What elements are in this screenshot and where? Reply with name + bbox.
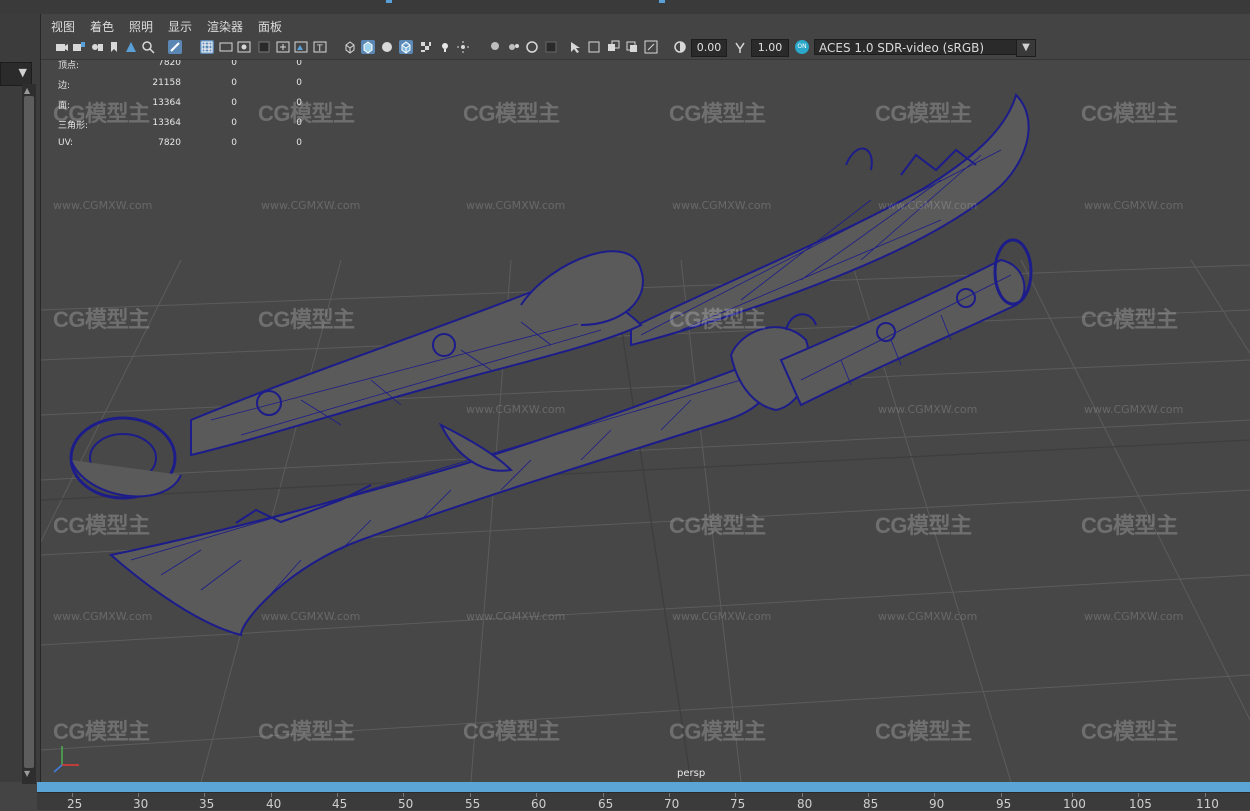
watermark-url: www.CGMXW.com (1084, 199, 1184, 212)
grease-pencil-icon[interactable] (168, 40, 182, 54)
wireframe-cube-icon[interactable] (343, 40, 357, 54)
watermark-url: www.CGMXW.com (53, 610, 153, 623)
watermark-url: www.CGMXW.com (261, 199, 361, 212)
view-axis-gizmo (53, 746, 79, 773)
expand-icon[interactable] (644, 40, 658, 54)
motion-blur-icon[interactable] (544, 40, 558, 54)
watermark-url: www.CGMXW.com (261, 610, 361, 623)
camera-icon[interactable] (55, 40, 69, 54)
watermark-url: www.CGMXW.com (466, 403, 566, 416)
grid-icon[interactable] (200, 40, 214, 54)
field-chart-icon[interactable] (276, 40, 290, 54)
top-marker (386, 0, 392, 3)
chevron-down-icon[interactable]: ▼ (1016, 39, 1036, 57)
film-gate-icon[interactable] (219, 40, 233, 54)
color-management-icon[interactable]: ON (795, 40, 809, 54)
top-marker (659, 0, 665, 3)
panel-dropdown[interactable]: ▼ (0, 62, 32, 86)
viewport-scene (41, 93, 1250, 782)
menu-renderer[interactable]: 渲染器 (207, 18, 243, 35)
panel-menu-bar: 视图 着色 照明 显示 渲染器 面板 (41, 14, 1250, 37)
watermark-logo: CG模型主 (258, 101, 355, 126)
watermark-logo: CG模型主 (875, 101, 972, 126)
top-strip (0, 0, 1250, 15)
watermark-logo: CG模型主 (875, 513, 972, 538)
2d-pan-zoom-icon[interactable] (141, 40, 155, 54)
menu-view[interactable]: 视图 (51, 18, 75, 35)
watermark-logo: CG模型主 (1081, 101, 1178, 126)
left-scrollbar[interactable] (22, 84, 36, 784)
safe-title-icon[interactable]: T (313, 40, 327, 54)
color-space-dropdown[interactable]: ACES 1.0 SDR-video (sRGB) (814, 39, 1033, 55)
exposure-field[interactable]: 0.00 (691, 39, 727, 57)
viewport-persp[interactable]: CG模型主 CG模型主 CG模型主 CG模型主 CG模型主 CG模型主 CG模型… (41, 60, 1250, 782)
lighting-icon[interactable] (438, 40, 452, 54)
menu-shading[interactable]: 着色 (90, 18, 114, 35)
menu-show[interactable]: 显示 (168, 18, 192, 35)
safe-action-icon[interactable] (294, 40, 308, 54)
svg-text:T: T (316, 44, 323, 54)
multisample-icon[interactable] (587, 40, 601, 54)
watermark-logo: CG模型主 (669, 719, 766, 744)
isolate-select-icon[interactable] (569, 40, 583, 54)
image-plane-icon[interactable] (124, 40, 138, 54)
smooth-shade-icon[interactable] (361, 40, 375, 54)
watermark-url: www.CGMXW.com (878, 610, 978, 623)
scroll-up-icon[interactable]: ▲ (24, 86, 30, 95)
watermark-logo: CG模型主 (258, 719, 355, 744)
gamma-icon[interactable] (733, 40, 747, 54)
watermark-url: www.CGMXW.com (1084, 610, 1184, 623)
menu-lighting[interactable]: 照明 (129, 18, 153, 35)
resolution-gate-icon[interactable] (237, 40, 251, 54)
watermark-logo: CG模型主 (1081, 719, 1178, 744)
bookmark-icon[interactable] (107, 40, 121, 54)
gamma-field[interactable]: 1.00 (751, 39, 789, 57)
left-panel: ▼ ▲ ▼ (0, 14, 41, 784)
menu-panels[interactable]: 面板 (258, 18, 282, 35)
scrollbar-thumb[interactable] (24, 96, 34, 768)
xray-icon[interactable] (488, 40, 502, 54)
exposure-icon[interactable] (673, 40, 687, 54)
camera-label: persp (677, 768, 706, 779)
watermark-logo: CG模型主 (463, 101, 560, 126)
watermark-logo: CG模型主 (1081, 307, 1178, 332)
frame-selected-icon[interactable] (625, 40, 639, 54)
ambient-occlusion-icon[interactable] (525, 40, 539, 54)
textured-icon[interactable] (419, 40, 433, 54)
watermark-logo: CG模型主 (53, 719, 150, 744)
watermark-logo: CG模型主 (53, 307, 150, 332)
shadows-icon[interactable] (456, 40, 470, 54)
gate-mask-icon[interactable] (257, 40, 271, 54)
watermark-logo: CG模型主 (875, 719, 972, 744)
watermark-url: www.CGMXW.com (1084, 403, 1184, 416)
watermark-url: www.CGMXW.com (466, 610, 566, 623)
watermark-logo: CG模型主 (53, 513, 150, 538)
frame-all-icon[interactable] (607, 40, 621, 54)
watermark-logo: CG模型主 (258, 307, 355, 332)
watermark-url: www.CGMXW.com (672, 199, 772, 212)
watermark-url: www.CGMXW.com (466, 199, 566, 212)
lock-camera-icon[interactable] (72, 40, 86, 54)
scroll-down-icon[interactable]: ▼ (24, 769, 30, 778)
panel-toolbar: T 0.00 1.00 ON ACES 1.0 SDR-video (sRGB)… (41, 37, 1250, 60)
watermark-logo: CG模型主 (1081, 513, 1178, 538)
time-slider-bar[interactable] (37, 782, 1250, 792)
xray-joints-icon[interactable] (507, 40, 521, 54)
watermark-logo: CG模型主 (669, 513, 766, 538)
watermark-logo: CG模型主 (669, 307, 766, 332)
watermark-url: www.CGMXW.com (672, 610, 772, 623)
watermark-url: www.CGMXW.com (53, 199, 153, 212)
watermark-url: www.CGMXW.com (878, 403, 978, 416)
default-material-icon[interactable] (380, 40, 394, 54)
watermark-logo: CG模型主 (669, 101, 766, 126)
camera-attributes-icon[interactable] (90, 40, 104, 54)
time-ruler[interactable]: 25 30 35 40 45 50 55 60 65 70 75 80 85 9… (37, 792, 1250, 811)
watermark-logo: CG模型主 (463, 719, 560, 744)
chevron-down-icon: ▼ (18, 66, 27, 79)
wireframe-on-shaded-icon[interactable] (399, 40, 413, 54)
watermark-url: www.CGMXW.com (878, 199, 978, 212)
